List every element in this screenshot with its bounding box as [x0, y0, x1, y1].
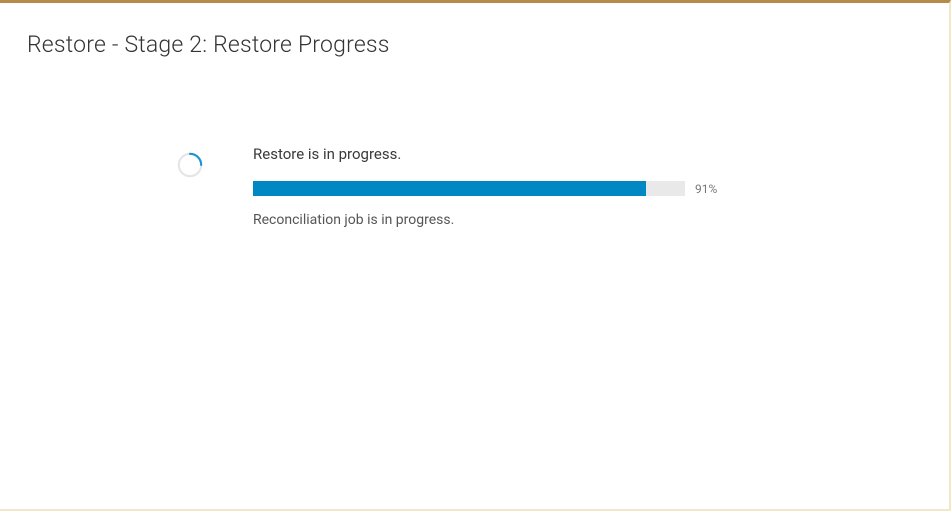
- page-title: Restore - Stage 2: Restore Progress: [0, 3, 949, 58]
- sub-status-text: Reconciliation job is in progress.: [253, 212, 829, 228]
- status-text: Restore is in progress.: [253, 145, 829, 163]
- progress-bar-fill: [253, 181, 646, 196]
- progress-bar-row: 91%: [253, 181, 829, 196]
- progress-percent-label: 91%: [695, 182, 717, 196]
- spinner-icon: [176, 151, 204, 183]
- progress-section: Restore is in progress. 91% Reconciliati…: [176, 145, 829, 228]
- progress-bar: [253, 181, 685, 196]
